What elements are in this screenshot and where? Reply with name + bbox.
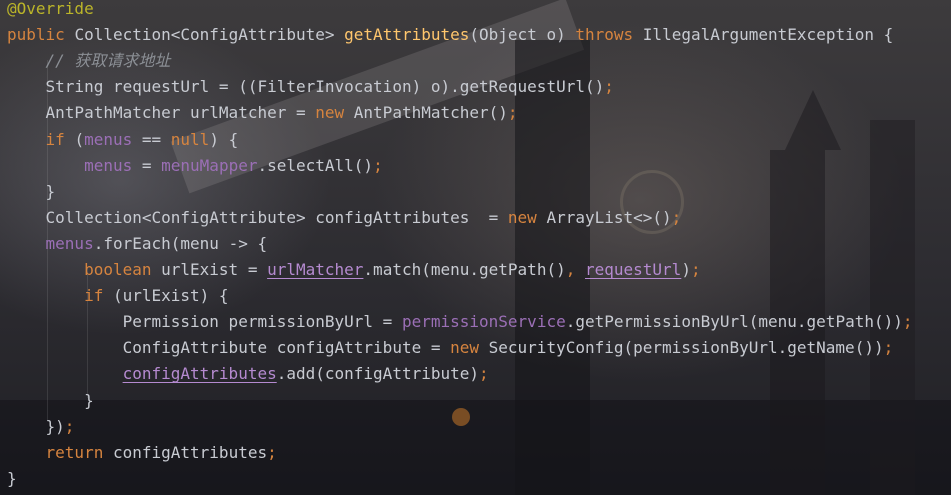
code-token: (urlExist) { <box>112 286 229 306</box>
code-token: throws <box>575 25 643 45</box>
code-token: .match(menu.getPath() <box>363 260 566 279</box>
code-line[interactable]: boolean urlExist = urlMatcher.match(menu… <box>7 257 701 283</box>
code-token: .selectAll() <box>257 155 374 175</box>
code-line[interactable]: }); <box>7 414 75 440</box>
code-token: .add(configAttribute) <box>276 364 480 384</box>
code-line[interactable]: AntPathMatcher urlMatcher = new AntPathM… <box>7 100 518 126</box>
code-line[interactable]: if (menus == null) { <box>7 127 239 153</box>
code-token: boolean <box>84 260 162 279</box>
code-token: == <box>132 129 171 149</box>
code-token: configAttributes <box>112 442 268 462</box>
code-editor[interactable]: @Override public Collection<ConfigAttribu… <box>0 0 951 495</box>
code-token: @Override <box>7 0 94 18</box>
code-line[interactable]: String requestUrl = ((FilterInvocation) … <box>7 74 614 100</box>
code-token: } <box>7 390 94 410</box>
code-token: null <box>170 129 210 149</box>
code-token: ; <box>604 77 614 97</box>
code-token: .getPermissionByUrl(menu.getPath()) <box>565 312 903 332</box>
code-token: ) <box>681 260 691 279</box>
code-token: , <box>565 260 585 279</box>
code-token: ; <box>902 312 913 332</box>
code-line[interactable]: public Collection<ConfigAttribute> getAt… <box>7 22 893 48</box>
code-token: }) <box>7 416 65 436</box>
code-token: AntPathMatcher urlMatcher = <box>7 103 316 123</box>
code-token: // 获取请求地址 <box>7 51 171 71</box>
code-token: = <box>132 155 162 175</box>
code-line[interactable]: ConfigAttribute configAttribute = new Se… <box>7 335 894 361</box>
code-token: .forEach(menu -> { <box>93 233 268 253</box>
code-token: if <box>84 286 113 306</box>
code-line[interactable]: Collection<ConfigAttribute> configAttrib… <box>7 205 682 231</box>
code-token: Permission permissionByUrl = <box>7 312 402 332</box>
code-line[interactable]: @Override <box>7 0 94 22</box>
code-token: urlMatcher <box>267 260 364 279</box>
code-token: new <box>450 338 489 358</box>
code-line[interactable]: if (urlExist) { <box>7 283 229 309</box>
code-line[interactable]: // 获取请求地址 <box>7 48 171 74</box>
code-token: public <box>7 25 75 45</box>
code-token: ; <box>690 260 701 279</box>
code-line[interactable]: } <box>7 179 56 205</box>
code-token: ArrayList<>() <box>546 207 672 227</box>
code-line[interactable]: menus = menuMapper.selectAll(); <box>7 153 383 179</box>
code-token: return <box>45 442 113 462</box>
code-token: urlExist = <box>161 260 268 279</box>
code-token: menus <box>84 155 133 175</box>
code-token: ; <box>373 155 383 175</box>
code-line[interactable]: Permission permissionByUrl = permissionS… <box>7 309 913 335</box>
code-token: ) { <box>209 129 239 149</box>
code-token: permissionService <box>401 312 566 332</box>
code-token: Collection<ConfigAttribute> configAttrib… <box>7 207 508 227</box>
code-token: ; <box>479 364 489 384</box>
code-token: ; <box>267 442 277 462</box>
code-token: new <box>315 103 354 123</box>
code-token: configAttributes <box>122 364 277 384</box>
code-token: new <box>507 207 547 227</box>
code-token: ; <box>671 207 682 227</box>
code-token: menuMapper <box>161 155 258 175</box>
code-token: if <box>45 129 75 149</box>
code-line[interactable]: } <box>7 388 94 414</box>
code-token: String requestUrl = ((FilterInvocation) … <box>7 77 605 97</box>
code-line[interactable]: } <box>7 466 17 492</box>
code-token: ; <box>883 338 894 358</box>
code-token: getAttributes <box>344 25 470 45</box>
code-line[interactable]: configAttributes.add(configAttribute); <box>7 361 489 387</box>
code-token: } <box>7 468 17 488</box>
code-token: menus <box>45 233 94 253</box>
code-token: (Object o) <box>469 25 576 45</box>
code-token: ; <box>64 416 75 436</box>
code-token: } <box>7 181 56 201</box>
code-line[interactable]: return configAttributes; <box>7 440 277 466</box>
code-token: ( <box>74 129 85 149</box>
code-token: requestUrl <box>584 260 682 279</box>
code-token: ; <box>507 103 518 123</box>
code-token: AntPathMatcher() <box>353 103 508 123</box>
code-token: ConfigAttribute configAttribute = <box>7 338 451 358</box>
code-token: SecurityConfig(permissionByUrl.getName()… <box>488 338 884 358</box>
code-token: Collection<ConfigAttribute> <box>74 25 345 45</box>
code-line[interactable]: menus.forEach(menu -> { <box>7 231 268 257</box>
code-token: IllegalArgumentException { <box>642 25 894 45</box>
code-token: menus <box>84 129 133 149</box>
